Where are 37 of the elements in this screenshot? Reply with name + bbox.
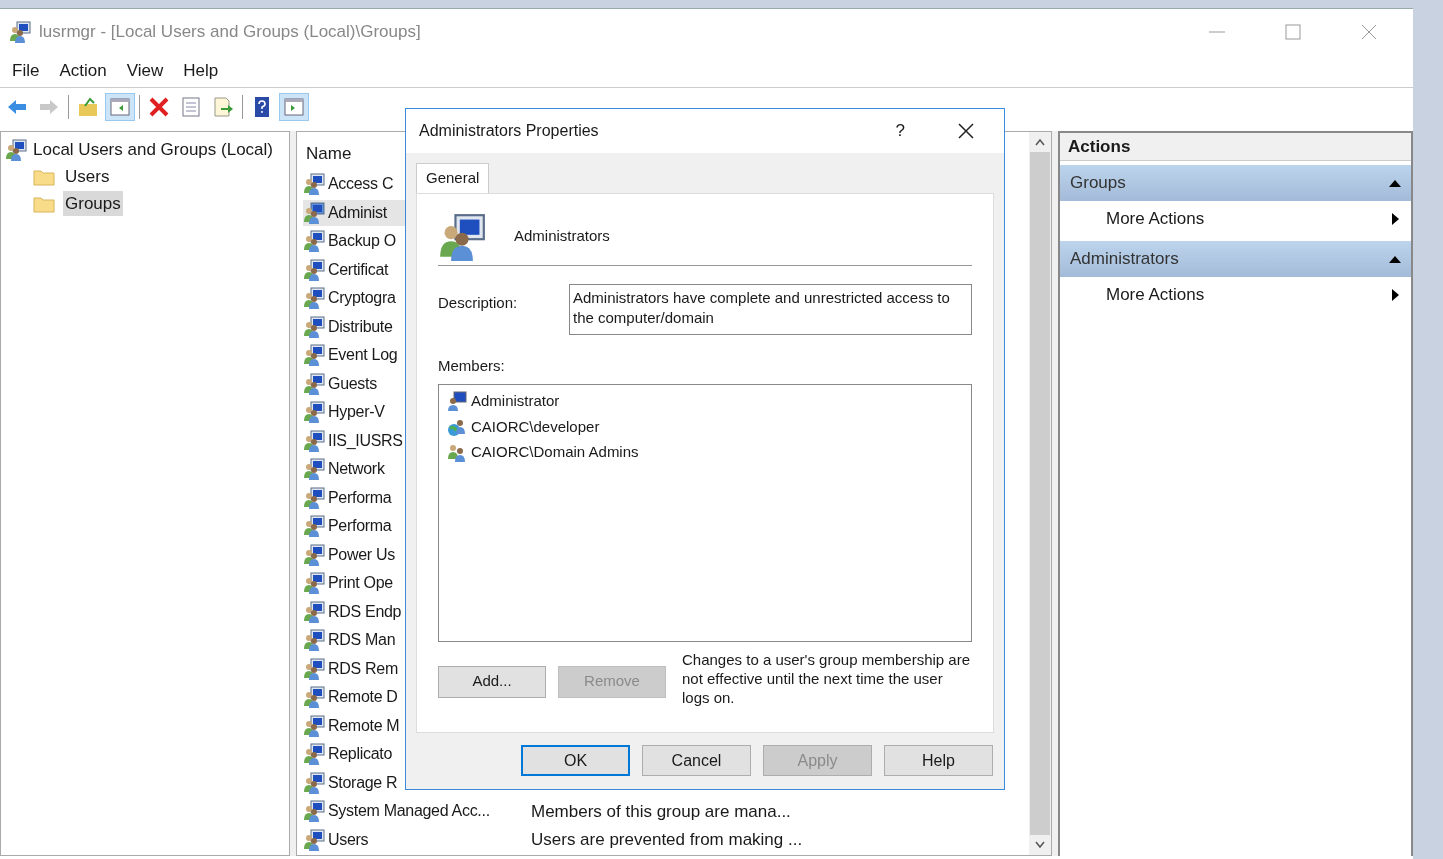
description-label: Description:: [438, 293, 519, 313]
members-label: Members:: [438, 356, 506, 376]
group-name: Users: [328, 829, 369, 850]
dialog-title: Administrators Properties: [419, 121, 600, 141]
group-name: Storage R: [328, 772, 398, 793]
group-name: Guests: [328, 373, 377, 394]
group-name: Remote M: [328, 715, 400, 736]
group-description: Users are prevented from making ...: [530, 829, 803, 851]
group-name: Backup O: [328, 231, 396, 252]
window-title: lusrmgr - [Local Users and Groups (Local)\Groups]: [39, 21, 421, 44]
group-name: RDS Endp: [328, 601, 402, 622]
section-title: Administrators: [1070, 248, 1180, 271]
group-name: RDS Man: [328, 630, 396, 651]
group-name: Cryptogra: [328, 288, 396, 309]
group-name: RDS Rem: [328, 658, 398, 679]
section-title: Groups: [1070, 172, 1127, 195]
group-description: Members of this group are mana...: [530, 800, 791, 823]
group-name: Event Log: [328, 345, 398, 366]
group-name: Power Us: [328, 544, 395, 565]
group-name: Administrators: [514, 226, 610, 247]
group-name: Remote D: [328, 687, 398, 708]
actions-title: Actions: [1068, 135, 1131, 158]
group-name: Certificat: [328, 259, 389, 280]
group-name: Print Ope: [328, 573, 393, 594]
group-name: Access C: [328, 174, 394, 195]
membership-note: Changes to a user's group membership are not effective until the next time the user logs on.: [682, 649, 972, 707]
group-name: Distribute: [328, 316, 393, 337]
group-name: Network: [328, 459, 385, 480]
group-name: Replicato: [328, 744, 392, 765]
group-name: Performa: [328, 487, 392, 508]
group-name: IIS_IUSRS: [328, 430, 403, 451]
group-name: Administ: [328, 202, 387, 223]
group-name: Performa: [328, 516, 392, 537]
action-label: More Actions: [1106, 208, 1206, 231]
action-label: More Actions: [1106, 284, 1206, 307]
group-name: System Managed Acc...: [328, 801, 490, 822]
group-name: Hyper-V: [328, 402, 385, 423]
